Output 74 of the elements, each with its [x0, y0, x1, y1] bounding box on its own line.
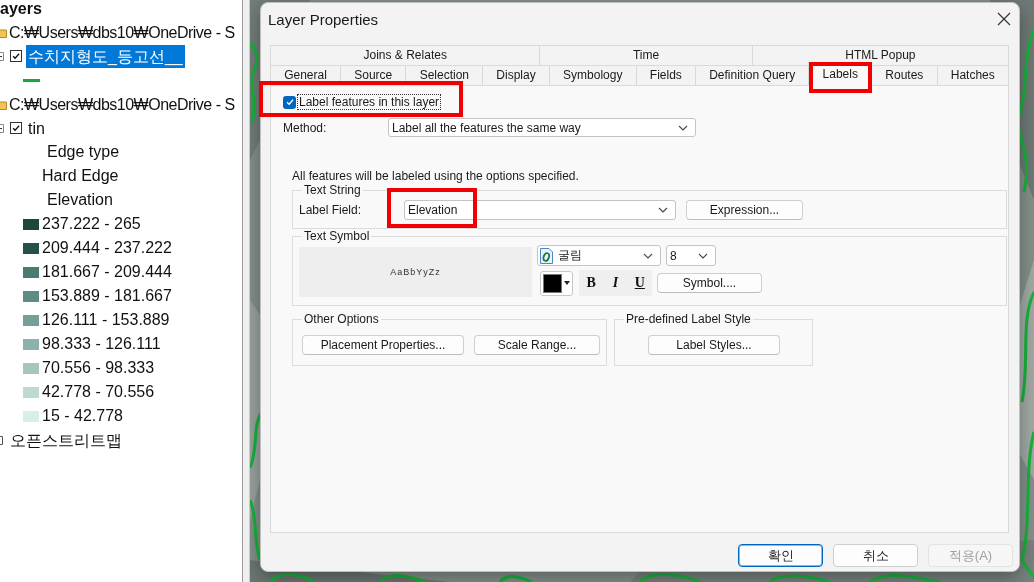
description-text: All features will be labeled using the options specified. [292, 169, 580, 183]
legend-class-label: Hard Edge [42, 167, 119, 185]
field-label: Method: [283, 120, 328, 135]
dropdown-arrow-icon [564, 281, 570, 285]
tab[interactable]: Time [540, 45, 753, 65]
dialog-button[interactable]: 취소 [833, 544, 918, 567]
font-dropdown[interactable]: 굴림 [537, 245, 661, 266]
chevron-down-icon [643, 252, 653, 259]
contour-line [250, 499, 262, 561]
method-dropdown[interactable]: Label all the features the same way [388, 118, 696, 137]
checkbox[interactable] [283, 95, 296, 109]
expander-icon[interactable] [0, 51, 4, 61]
source-path-label[interactable]: C:₩Users₩dbs10₩OneDrive - S [8, 92, 236, 116]
tab[interactable]: HTML Popup [752, 45, 1009, 65]
legend-range-label: 126.111 - 153.889 [42, 311, 170, 329]
legend-range-label: 153.889 - 181.667 [42, 287, 172, 305]
dialog-button[interactable]: 확인 [738, 544, 823, 567]
bold-button[interactable]: B [580, 272, 603, 294]
chevron-down-icon [658, 206, 668, 213]
symbol-button[interactable]: Symbol.... [657, 273, 762, 293]
options-button[interactable]: Placement Properties... [302, 335, 464, 355]
tab[interactable]: Display [483, 65, 550, 85]
legend-range-label: 15 - 42.778 [42, 407, 123, 425]
options-button[interactable]: Scale Range... [474, 335, 600, 355]
group-title: Other Options [303, 312, 380, 326]
tab[interactable]: Joins & Relates [270, 45, 541, 65]
contour-line [268, 573, 315, 582]
source-path-label[interactable]: C:₩Users₩dbs10₩OneDrive - S [8, 20, 236, 44]
label-styles-button[interactable]: Label Styles... [648, 335, 780, 355]
layer-name[interactable]: 수치지형도_등고선__ [26, 44, 185, 68]
color-picker-button[interactable] [540, 270, 573, 296]
font-type-icon [540, 247, 553, 264]
chevron-down-icon [678, 124, 688, 131]
legend-range-label: 209.444 - 237.222 [42, 239, 172, 257]
underline-button[interactable]: U [628, 272, 651, 294]
tab[interactable]: Definition Query [696, 65, 810, 85]
tab[interactable]: Fields [636, 65, 696, 85]
legend-range-label: 181.667 - 209.444 [42, 263, 172, 281]
chevron-down-icon [698, 252, 708, 259]
legend-heading: Elevation [47, 191, 113, 209]
legend-range-label: 98.333 - 126.111 [42, 335, 161, 353]
tab[interactable]: Symbology [549, 65, 637, 85]
expander-icon[interactable] [0, 123, 4, 133]
expression-button[interactable]: Expression... [686, 199, 803, 220]
window-title: Layer Properties [268, 10, 379, 28]
checkbox-label[interactable]: Label features in this layer [297, 94, 442, 110]
layer-checkbox[interactable] [10, 122, 22, 134]
legend-range-label: 237.222 - 265 [42, 215, 141, 233]
group-title: Text Symbol [303, 229, 371, 243]
layer-name[interactable]: 오픈스트리트맵 [8, 428, 124, 452]
layer-name[interactable]: tin [26, 116, 47, 140]
legend-heading: Edge type [47, 143, 120, 161]
panel-title: ayers [0, 0, 43, 19]
italic-button[interactable]: I [604, 272, 627, 294]
contour-line [639, 572, 701, 582]
size-dropdown[interactable]: 8 [666, 245, 716, 266]
contour-line [498, 575, 533, 582]
layer-checkbox[interactable] [10, 50, 22, 62]
group-title: Pre-defined Label Style [625, 312, 752, 326]
text-preview: AaBbYyZz [299, 247, 532, 297]
contour-line [869, 573, 941, 582]
legend-range-label: 42.778 - 70.556 [42, 383, 155, 401]
legend-range-label: 70.556 - 98.333 [42, 359, 155, 377]
tab[interactable]: Hatches [937, 65, 1009, 85]
label-field-dropdown[interactable]: Elevation [404, 199, 676, 220]
folder-icon [0, 98, 7, 110]
group-title: Text String [303, 183, 362, 197]
contour-line [379, 574, 426, 582]
field-label: Label Field: [299, 202, 363, 217]
tab[interactable]: Routes [872, 65, 938, 85]
folder-icon [0, 26, 7, 38]
contour-line [769, 574, 831, 582]
close-icon [997, 12, 1011, 26]
expander-icon[interactable] [0, 435, 4, 445]
